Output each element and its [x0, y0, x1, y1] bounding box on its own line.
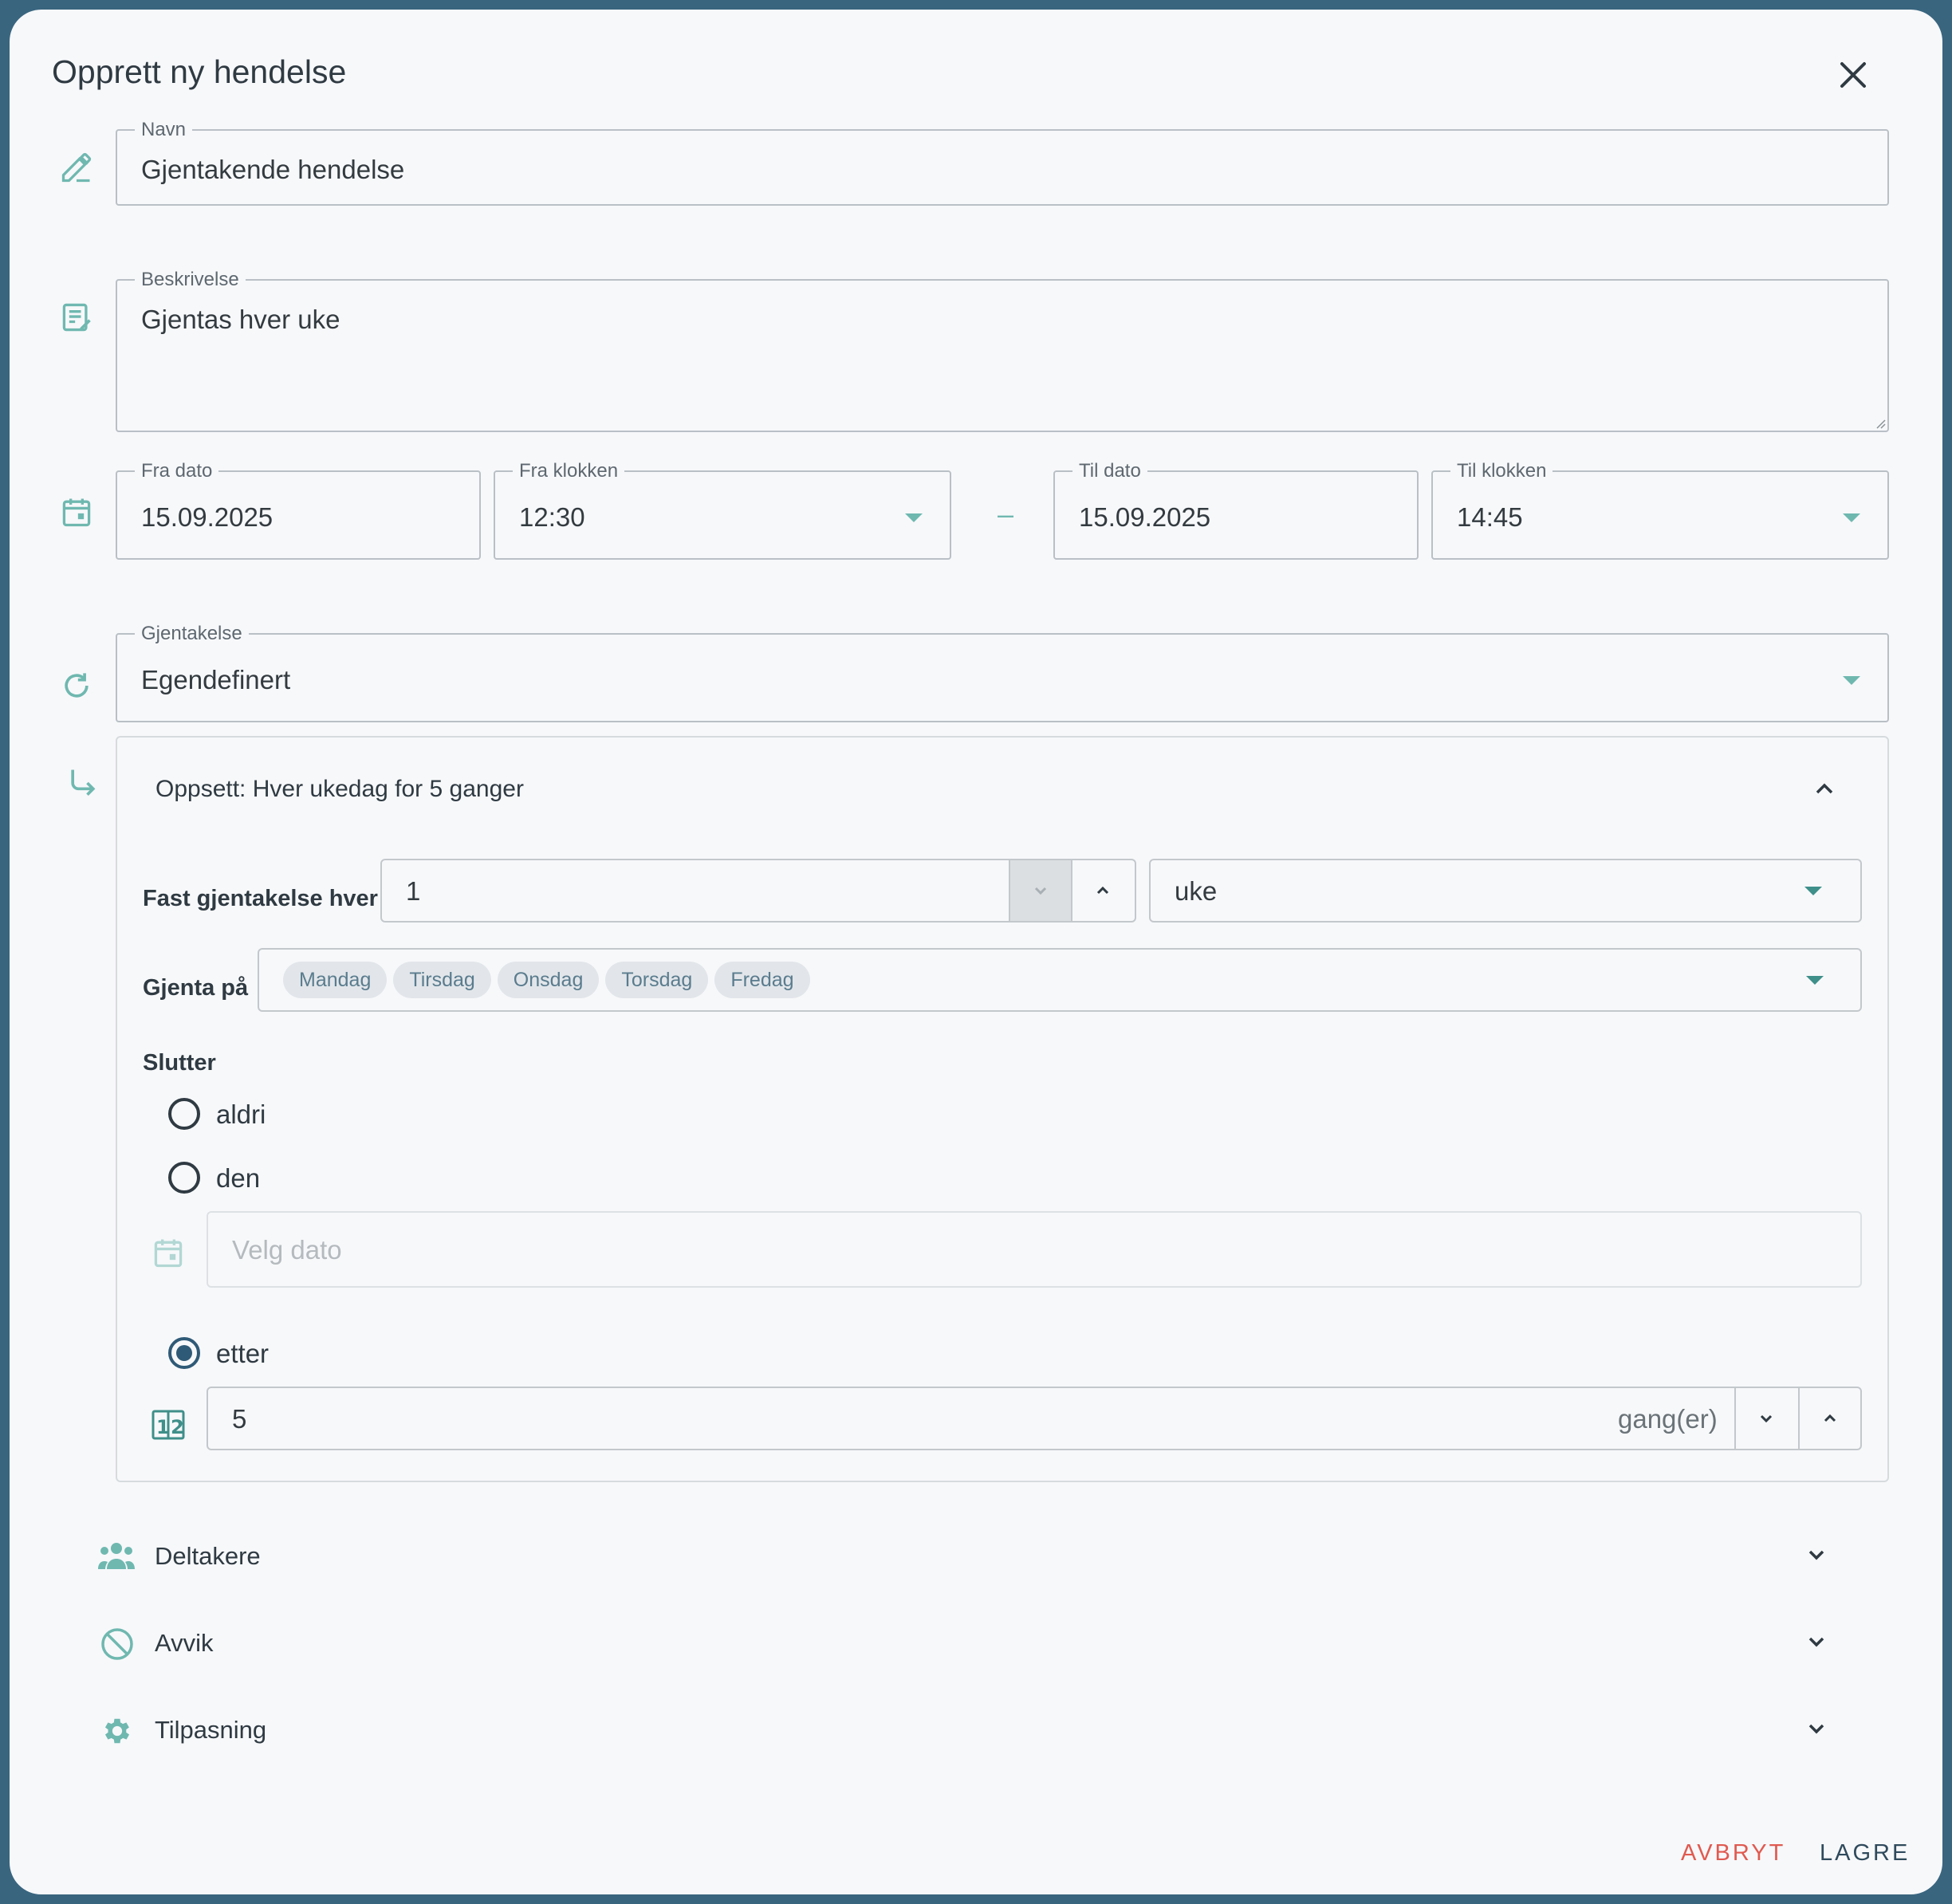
description-field[interactable]: Beskrivelse Gjentas hver uke — [116, 268, 1889, 432]
ends-label: Slutter — [143, 1050, 216, 1076]
exceptions-section-header[interactable]: Avvik — [89, 1611, 1875, 1675]
from-time-select[interactable]: Fra klokken 12:30 — [494, 459, 951, 560]
end-date-placeholder: Velg dato — [232, 1235, 342, 1265]
chevron-down-icon — [1034, 887, 1047, 895]
ends-on-label: den — [216, 1163, 261, 1193]
recurrence-value: Egendefinert — [141, 665, 291, 694]
from-date-field[interactable]: Fra dato 15.09.2025 — [116, 459, 481, 560]
description-icon — [53, 293, 100, 341]
calendar-icon — [144, 1229, 192, 1277]
close-icon — [1840, 62, 1866, 88]
setup-summary: Oppsett: Hver ukedag for 5 ganger — [155, 776, 524, 802]
setup-panel-header[interactable]: Oppsett: Hver ukedag for 5 ganger — [117, 738, 1887, 841]
from-time-label: Fra klokken — [513, 459, 625, 483]
group-icon — [98, 1543, 135, 1569]
to-date-field[interactable]: Til dato 15.09.2025 — [1053, 459, 1419, 560]
name-field[interactable]: Navn Gjentakende hendelse — [116, 118, 1889, 206]
end-date-field[interactable]: Velg dato — [207, 1211, 1862, 1288]
refresh-icon — [53, 662, 100, 710]
cancel-button[interactable]: AVBRYT — [1681, 1840, 1785, 1867]
to-time-label: Til klokken — [1450, 459, 1553, 483]
name-label: Navn — [135, 118, 193, 142]
dialog-title: Opprett ny hendelse — [52, 53, 347, 90]
repeat-on-label: Gjenta på — [143, 975, 249, 1001]
chevron-up-icon — [1824, 1414, 1836, 1422]
pencil-icon — [53, 144, 100, 191]
calendar-icon — [53, 488, 100, 536]
recurrence-setup-panel: Oppsett: Hver ukedag for 5 ganger Fast g… — [116, 736, 1889, 1482]
day-chip[interactable]: Mandag — [283, 962, 388, 998]
ends-after-label: etter — [216, 1339, 270, 1368]
occurrence-count-suffix: gang(er) — [1618, 1404, 1718, 1434]
svg-text:1: 1 — [156, 1416, 170, 1438]
from-date-value: 15.09.2025 — [141, 502, 274, 532]
to-date-label: Til dato — [1072, 459, 1147, 483]
ends-on-radio[interactable] — [168, 1162, 200, 1194]
increment-button[interactable] — [1071, 860, 1133, 921]
participants-section-header[interactable]: Deltakere — [89, 1524, 1875, 1588]
participants-label: Deltakere — [155, 1542, 261, 1570]
to-date-value: 15.09.2025 — [1079, 502, 1211, 532]
increment-button[interactable] — [1798, 1388, 1860, 1449]
name-value: Gjentakende hendelse — [141, 155, 405, 184]
interval-unit-value: uke — [1175, 876, 1218, 906]
resize-handle-icon[interactable] — [1873, 416, 1886, 429]
create-event-dialog: Opprett ny hendelse Navn Gjentakende hen… — [10, 10, 1942, 1894]
exceptions-label: Avvik — [155, 1629, 214, 1657]
interval-stepper[interactable]: 1 — [380, 859, 1136, 922]
interval-label: Fast gjentakelse hver — [143, 886, 378, 911]
customization-section-header[interactable]: Tilpasning — [89, 1698, 1875, 1762]
occurrence-count-stepper[interactable]: 5 gang(er) — [207, 1387, 1862, 1450]
close-button[interactable] — [1828, 49, 1879, 100]
decrement-button[interactable] — [1009, 860, 1071, 921]
gear-icon — [104, 1718, 130, 1744]
date-range-separator: – — [998, 498, 1014, 530]
interval-value: 1 — [406, 876, 421, 906]
customization-label: Tilpasning — [155, 1716, 267, 1744]
description-label: Beskrivelse — [135, 268, 246, 292]
description-value: Gjentas hver uke — [141, 305, 340, 334]
occurrence-count-value: 5 — [232, 1404, 247, 1434]
recurrence-label: Gjentakelse — [135, 622, 249, 646]
block-icon — [101, 1628, 133, 1660]
interval-unit-select[interactable]: uke — [1149, 859, 1862, 922]
chevron-down-icon — [1808, 1550, 1824, 1560]
caret-down-icon — [1804, 887, 1822, 895]
caret-down-icon — [905, 513, 923, 522]
to-time-select[interactable]: Til klokken 14:45 — [1431, 459, 1889, 560]
day-chip[interactable]: Torsdag — [605, 962, 709, 998]
ends-never-radio[interactable] — [168, 1098, 200, 1130]
counter-icon: 12 — [144, 1401, 192, 1449]
chevron-down-icon — [1808, 1724, 1824, 1734]
to-time-value: 14:45 — [1457, 502, 1523, 532]
day-chip[interactable]: Fredag — [714, 962, 810, 998]
caret-down-icon — [1806, 976, 1824, 985]
recurrence-select[interactable]: Gjentakelse Egendefinert — [116, 622, 1889, 722]
save-button[interactable]: LAGRE — [1820, 1840, 1910, 1867]
from-date-label: Fra dato — [135, 459, 219, 483]
chevron-down-icon — [1808, 1637, 1824, 1647]
ends-never-label: aldri — [216, 1100, 266, 1129]
day-chip[interactable]: Onsdag — [497, 962, 600, 998]
caret-down-icon — [1843, 676, 1860, 685]
ends-after-radio[interactable] — [168, 1337, 200, 1369]
chevron-up-icon — [1096, 886, 1109, 895]
weekday-multiselect[interactable]: Mandag Tirsdag Onsdag Torsdag Fredag — [258, 948, 1862, 1012]
decrement-button[interactable] — [1734, 1388, 1797, 1449]
caret-down-icon — [1843, 513, 1860, 522]
from-time-value: 12:30 — [519, 502, 585, 532]
day-chip[interactable]: Tirsdag — [393, 962, 491, 998]
chevron-down-icon — [1760, 1414, 1773, 1423]
chevron-up-icon — [1816, 783, 1833, 794]
svg-text:2: 2 — [171, 1416, 184, 1438]
subdirectory-arrow-icon — [59, 759, 107, 807]
